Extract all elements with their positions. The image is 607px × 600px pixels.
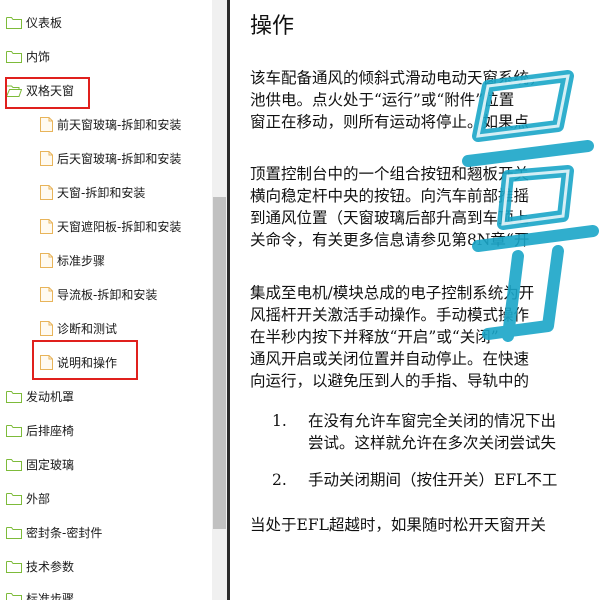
paragraph-3: 集成至电机/模块总成的电子控制系统为开 风摇杆开关激活手动操作。手动模式操作 在… [250,282,534,392]
folder-icon [6,390,22,403]
tree-item-description-operation[interactable]: 说明和操作 [40,352,117,372]
text-line: 手动关闭期间（按住开关）EFL不工 [308,471,558,489]
document-icon [40,150,53,166]
tree-item-standard-steps-folder[interactable]: 标准步骤 [6,588,74,600]
paragraph-1: 该车配备通风的倾斜式滑动电动天窗系统， 池供电。点火处于“运行”或“附件”位置 … [250,67,545,133]
text-line: 池供电。点火处于“运行”或“附件”位置 [250,91,515,109]
scrollbar-thumb[interactable] [213,197,226,529]
paragraph-2: 顶置控制台中的一个组合按钮和翘板开关 横向稳定杆中央的按钮。向汽车前部推摇 到通… [250,163,529,251]
text-line: 该车配备通风的倾斜式滑动电动天窗系统， [250,69,545,87]
tree-item-fixed-glass[interactable]: 固定玻璃 [6,454,74,474]
tree-scrollbar[interactable] [212,0,227,600]
page-title: 操作 [250,14,295,39]
tree-item-label: 技术参数 [26,559,75,574]
tree-item-label: 说明和操作 [57,355,118,370]
tree-item-standard-steps[interactable]: 标准步骤 [40,250,105,270]
folder-icon [6,50,22,63]
tree-item-label: 固定玻璃 [26,457,75,472]
tree-item-label: 后天窗玻璃-拆卸和安装 [57,151,182,166]
tree-item-interior[interactable]: 内饰 [6,46,50,66]
folder-icon [6,592,22,600]
text-line: 在没有允许车窗完全关闭的情况下出 [308,412,557,430]
tree-item-label: 密封条-密封件 [26,525,103,540]
list-item: 1. 在没有允许车窗完全关闭的情况下出 尝试。这样就允许在多次关闭尝试失 [272,410,556,454]
tree-item-sunshade[interactable]: 天窗遮阳板-拆卸和安装 [40,216,181,236]
document-icon [40,184,53,200]
folder-icon [6,424,22,437]
tree-item-label: 外部 [26,491,51,506]
folder-icon [6,16,22,29]
tree-item-label: 导流板-拆卸和安装 [57,287,158,302]
tree-item-specifications[interactable]: 技术参数 [6,556,74,576]
tree-item-weatherstrip[interactable]: 密封条-密封件 [6,522,102,542]
tree-item-label: 内饰 [26,49,51,64]
navigation-tree: 仪表板 内饰 双格天窗 前天窗玻璃-拆卸和安装 后天窗玻璃-拆卸和安装 天窗-拆… [0,0,212,600]
tree-item-exterior[interactable]: 外部 [6,488,50,508]
text-line: 集成至电机/模块总成的电子控制系统为开 [250,284,535,302]
tree-item-hood[interactable]: 发动机罩 [6,386,74,406]
tree-item-label: 前天窗玻璃-拆卸和安装 [57,117,182,132]
document-icon [40,252,53,268]
tree-item-label: 诊断和测试 [57,321,118,336]
tree-item-sunroof[interactable]: 天窗-拆卸和安装 [40,182,145,202]
tree-item-rear-seats[interactable]: 后排座椅 [6,420,74,440]
text-line: 当处于EFL超越时，如果随时松开天窗开关 [250,516,546,534]
text-line: 到通风位置（天窗玻璃后部升高到车顶上 [250,209,530,227]
document-icon [40,286,53,302]
tree-item-label: 标准步骤 [26,591,75,600]
tree-item-dual-sunroof[interactable]: 双格天窗 [6,80,74,100]
tree-item-front-glass[interactable]: 前天窗玻璃-拆卸和安装 [40,114,181,134]
folder-icon [6,492,22,505]
folder-icon [6,458,22,471]
text-line: 风摇杆开关激活手动操作。手动模式操作 [250,306,530,324]
tree-item-label: 发动机罩 [26,389,75,404]
tree-item-instrument-panel[interactable]: 仪表板 [6,12,62,32]
tree-item-label: 标准步骤 [57,253,106,268]
list-number: 2. [272,471,287,489]
text-line: 在半秒内按下并释放“开启”或“关闭” [250,328,499,346]
tree-item-label: 双格天窗 [26,83,75,98]
text-line: 尝试。这样就允许在多次关闭尝试失 [308,434,557,452]
text-line: 窗正在移动，则所有运动将停止。如果点 [250,113,530,131]
folder-icon [6,526,22,539]
text-line: 顶置控制台中的一个组合按钮和翘板开关 [250,165,530,183]
paragraph-4: 当处于EFL超越时，如果随时松开天窗开关 [250,514,546,536]
document-icon [40,320,53,336]
tree-item-rear-glass[interactable]: 后天窗玻璃-拆卸和安装 [40,148,181,168]
document-content: 操作 该车配备通风的倾斜式滑动电动天窗系统， 池供电。点火处于“运行”或“附件”… [230,0,607,600]
text-line: 关命令，有关更多信息请参见第8N章“开 [250,231,530,249]
tree-item-deflector[interactable]: 导流板-拆卸和安装 [40,284,157,304]
tree-item-label: 后排座椅 [26,423,75,438]
document-icon [40,354,53,370]
document-icon [40,116,53,132]
document-icon [40,218,53,234]
text-line: 横向稳定杆中央的按钮。向汽车前部推摇 [250,187,530,205]
folder-icon [6,560,22,573]
tree-item-diagnosis[interactable]: 诊断和测试 [40,318,117,338]
text-line: 通风开启或关闭位置并自动停止。在快速 [250,350,530,368]
tree-item-label: 仪表板 [26,15,63,30]
list-number: 1. [272,412,287,430]
tree-item-label: 天窗-拆卸和安装 [57,185,146,200]
list-item: 2. 手动关闭期间（按住开关）EFL不工 [272,469,557,491]
tree-item-label: 天窗遮阳板-拆卸和安装 [57,219,182,234]
folder-open-icon [6,85,22,97]
text-line: 向运行，以避免压到人的手指、导轨中的 [250,372,530,390]
